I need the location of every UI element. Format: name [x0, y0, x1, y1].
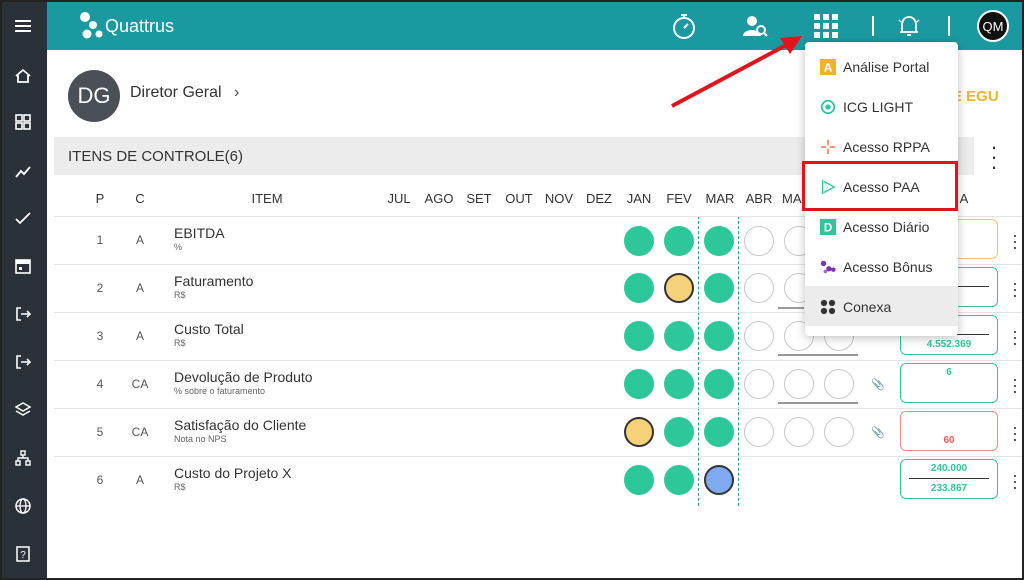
annotation-arrow: [671, 36, 802, 108]
app-window: ? Quattrus QM DG Diretor Geral › E EGU I…: [0, 0, 1024, 580]
